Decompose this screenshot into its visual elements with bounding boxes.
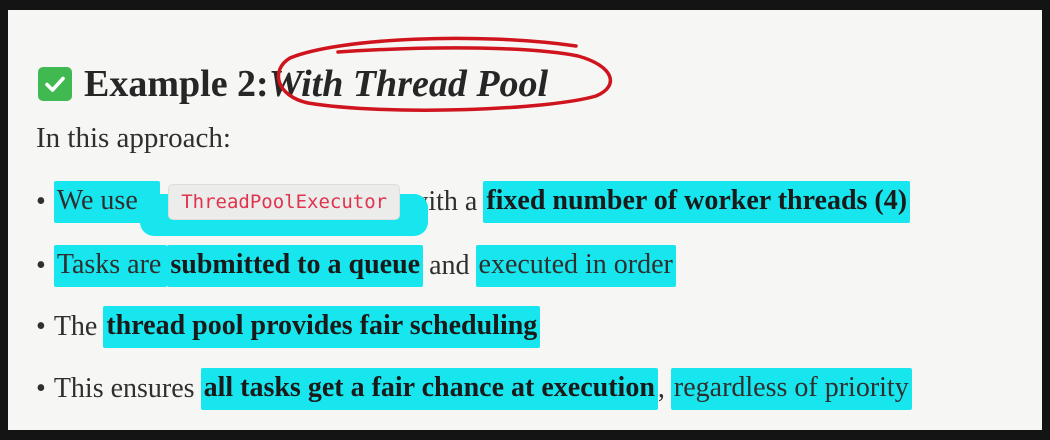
section-heading: Example 2: With Thread Pool <box>38 58 548 110</box>
bullet-1-text-bold: fixed number of worker threads (4) <box>483 181 911 223</box>
heading-prefix: Example 2: <box>84 63 269 105</box>
code-highlight-wrap: ThreadPoolExecutor <box>140 184 429 236</box>
bullet-1: • We use a ThreadPoolExecutor with a fix… <box>36 180 911 236</box>
bullet-marker: • <box>36 186 46 217</box>
bullet-2-text-c: executed in order <box>475 245 676 287</box>
intro-text: In this approach: <box>36 122 231 154</box>
bullet-3-text-a: The <box>53 311 98 342</box>
bullet-marker: • <box>36 373 46 404</box>
bullet-3-text-bold: thread pool provides fair scheduling <box>103 306 541 348</box>
bullet-4-text-bold: all tasks get a fair chance at execution <box>200 368 658 410</box>
check-mark-icon <box>38 67 72 101</box>
bullet-2: • Tasks are submitted to a queue and exec… <box>36 244 676 288</box>
code-thread-pool-executor: ThreadPoolExecutor <box>168 184 401 220</box>
slide: Example 2: With Thread Pool In this appr… <box>8 10 1042 430</box>
bullet-marker: • <box>36 250 46 281</box>
bullet-marker: • <box>36 311 46 342</box>
bullet-2-text-bold: submitted to a queue <box>167 245 424 287</box>
heading-emphasis: With Thread Pool <box>268 63 549 105</box>
bullet-3: • The thread pool provides fair scheduli… <box>36 305 541 349</box>
bullet-2-text-a: Tasks are <box>53 245 168 287</box>
bullet-2-text-b: and <box>429 250 470 281</box>
bullet-4-comma: , <box>657 373 665 404</box>
bullet-4: • This ensures all tasks get a fair chan… <box>36 367 912 411</box>
bullet-4-text-a: This ensures <box>53 373 195 404</box>
bullet-4-text-c: regardless of priority <box>670 368 912 410</box>
